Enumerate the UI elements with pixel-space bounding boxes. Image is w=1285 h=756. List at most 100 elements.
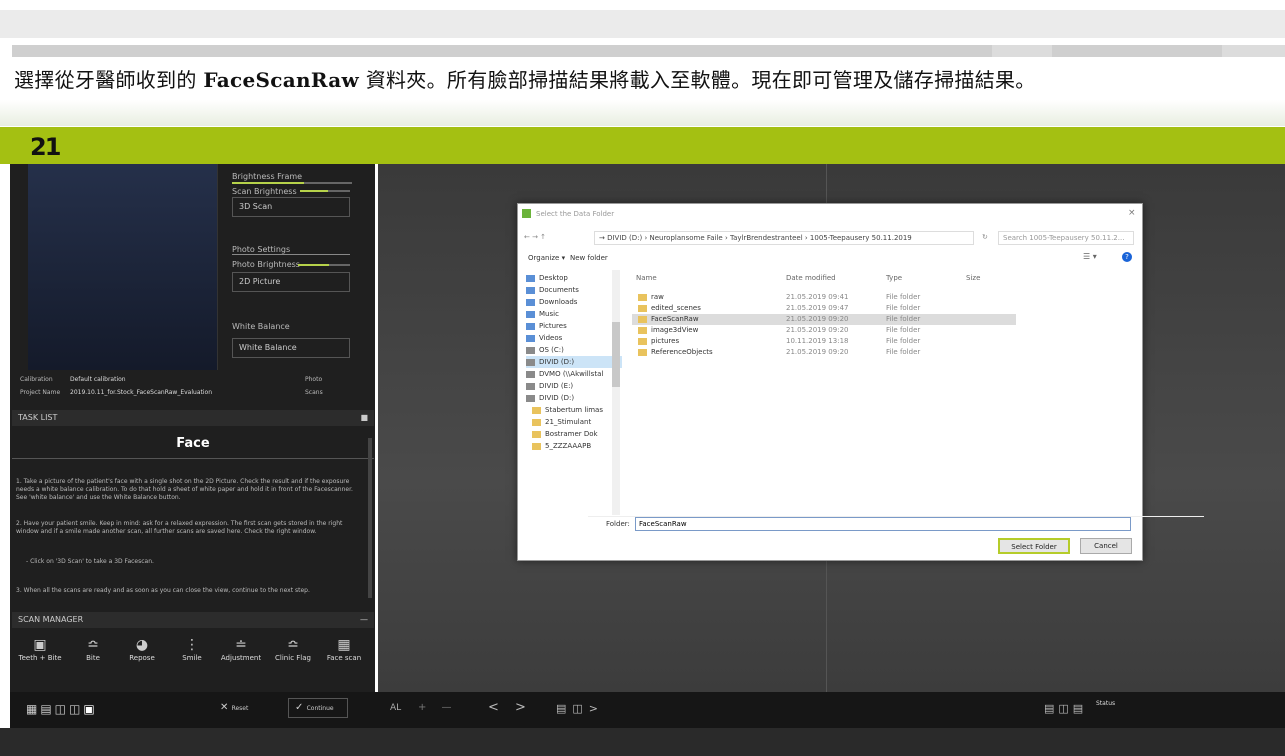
tree-item[interactable]: DIVID (D:)	[526, 392, 622, 404]
tree-item[interactable]: Stabertum limas	[526, 404, 622, 416]
file-type: File folder	[886, 293, 921, 301]
scan-repose-button[interactable]: ◕ Repose	[118, 636, 166, 662]
app-logo: 21	[30, 133, 61, 161]
col-name[interactable]: Name	[636, 274, 657, 282]
tree-item[interactable]: Pictures	[526, 320, 622, 332]
file-list: raw 21.05.2019 09:41 File folder edited_sce…	[632, 292, 1016, 358]
divider	[232, 254, 350, 255]
nav-back-icon[interactable]: ← → ↑	[524, 233, 546, 241]
select-folder-dialog: Select the Data Folder × ← → ↑ → DIVID (…	[517, 203, 1204, 561]
reset-icon: ✕	[220, 702, 229, 713]
collapse-icon[interactable]: —	[360, 615, 368, 624]
col-date[interactable]: Date modified	[786, 274, 836, 282]
new-folder-button[interactable]: New folder	[570, 254, 608, 262]
scan-teeth-bite-button[interactable]: ▣ Teeth + Bite	[16, 636, 64, 662]
status-label: Status	[1096, 700, 1116, 707]
tree-item[interactable]: Videos	[526, 332, 622, 344]
view-options-icon[interactable]: ☰ ▾	[1083, 252, 1097, 261]
2d-picture-button[interactable]: 2D Picture	[232, 272, 350, 292]
cancel-button[interactable]: Cancel	[1080, 538, 1132, 554]
scan-clinic-flag-button[interactable]: ≏ Clinic Flag	[270, 636, 316, 662]
file-row[interactable]: image3dView 21.05.2019 09:20 File folder	[632, 325, 1016, 336]
folder-icon	[526, 274, 535, 282]
task-scrollbar[interactable]	[368, 438, 372, 598]
file-row[interactable]: FaceScanRaw 21.05.2019 09:20 File folder	[632, 314, 1016, 325]
file-type: File folder	[886, 348, 921, 356]
dialog-titlebar: Select the Data Folder ×	[518, 204, 1142, 224]
all-label[interactable]: AL	[390, 703, 401, 713]
layout-view-icons[interactable]: ▦▤◫◫▣	[26, 702, 98, 716]
tree-item-label: DIVID (D:)	[539, 394, 575, 402]
bite-icon: ≏	[87, 637, 99, 653]
tree-item-label: Music	[539, 310, 559, 318]
folder-icon	[526, 310, 535, 318]
tree-item[interactable]: DIVID (D:)	[526, 356, 622, 368]
right-tool-icons[interactable]: ▤◫▤	[1044, 702, 1087, 715]
file-row[interactable]: edited_scenes 21.05.2019 09:47 File folder	[632, 303, 1016, 314]
white-balance-button[interactable]: White Balance	[232, 338, 350, 358]
scans-count-label: Scans	[305, 389, 323, 396]
tasklist-header: TASK LIST ■	[12, 410, 374, 426]
3d-scan-button[interactable]: 3D Scan	[232, 197, 350, 217]
col-size[interactable]: Size	[966, 274, 980, 282]
file-row[interactable]: pictures 10.11.2019 13:18 File folder	[632, 336, 1016, 347]
scan-icon-label: Clinic Flag	[275, 654, 311, 662]
tree-item[interactable]: 21_Stimulant	[526, 416, 622, 428]
file-row[interactable]: raw 21.05.2019 09:41 File folder	[632, 292, 1016, 303]
tree-item[interactable]: Desktop	[526, 272, 622, 284]
scan-brightness-slider[interactable]	[300, 190, 350, 192]
tree-item-label: DIVID (E:)	[539, 382, 574, 390]
folder-icon	[638, 326, 647, 334]
col-type[interactable]: Type	[886, 274, 902, 282]
scan-icon-label: Adjustment	[220, 654, 262, 662]
tree-item-label: Desktop	[539, 274, 568, 282]
folder-icon	[638, 337, 647, 345]
close-icon[interactable]: ×	[1128, 208, 1136, 218]
search-input[interactable]: Search 1005-Teepausery 50.11.2...	[998, 231, 1134, 245]
tree-item[interactable]: Downloads	[526, 296, 622, 308]
tree-item[interactable]: 5_ZZZAAAPB	[526, 440, 622, 452]
tree-scrollbar[interactable]	[612, 270, 620, 515]
check-icon: ✓	[295, 702, 304, 713]
file-list-header: Name Date modified Type Size	[636, 274, 1016, 286]
file-name: edited_scenes	[651, 304, 701, 312]
fade-band	[0, 100, 1285, 126]
scan-bite-button[interactable]: ≏ Bite	[72, 636, 114, 662]
camera-preview	[28, 164, 218, 370]
help-icon[interactable]: ?	[1122, 252, 1132, 262]
tree-item[interactable]: Bostramer Dok	[526, 428, 622, 440]
organize-menu[interactable]: Organize ▾	[528, 254, 565, 262]
tree-item[interactable]: Documents	[526, 284, 622, 296]
scan-adjustment-button[interactable]: ≐ Adjustment	[216, 636, 266, 662]
scan-face-button[interactable]: ▦ Face scan	[320, 636, 368, 662]
address-bar[interactable]: → DIVID (D:) › Neuroplansome Faile › Tay…	[594, 231, 974, 245]
tool-icons[interactable]: ▤◫>	[556, 702, 604, 715]
prev-next-arrows[interactable]: < >	[488, 700, 532, 715]
tasklist-pin-icon[interactable]: ■	[360, 413, 368, 422]
file-date: 10.11.2019 13:18	[786, 337, 849, 345]
refresh-icon[interactable]: ↻	[982, 233, 988, 241]
photo-brightness-slider[interactable]	[298, 264, 350, 266]
tree-item[interactable]: DIVID (E:)	[526, 380, 622, 392]
folder-label: Folder:	[606, 520, 630, 528]
adjustment-icon: ≐	[235, 637, 247, 653]
scan-icon-label: Teeth + Bite	[18, 654, 62, 662]
calibration-value: Default calibration	[70, 376, 126, 383]
reset-button[interactable]: ✕ Reset	[220, 702, 248, 713]
app-header	[0, 127, 1285, 164]
tree-item[interactable]: Music	[526, 308, 622, 320]
caption-post: 資料夾。所有臉部掃描結果將載入至軟體。現在即可管理及儲存掃描結果。	[365, 68, 1036, 92]
zoom-icons[interactable]: + —	[418, 702, 458, 713]
tree-item[interactable]: DVMO (\\Akwillstal	[526, 368, 622, 380]
folder-tree: Desktop Documents Downloads Music Pictures Vi…	[526, 272, 622, 512]
continue-button[interactable]: ✓ Continue	[288, 698, 348, 718]
select-folder-button[interactable]: Select Folder	[998, 538, 1070, 554]
folder-icon	[532, 418, 541, 426]
folder-input[interactable]: FaceScanRaw	[635, 517, 1131, 531]
smile-icon: ⋮	[185, 637, 199, 653]
folder-icon	[532, 430, 541, 438]
exposure-slider[interactable]	[232, 182, 352, 184]
file-row[interactable]: ReferenceObjects 21.05.2019 09:20 File fol…	[632, 347, 1016, 358]
tree-item[interactable]: OS (C:)	[526, 344, 622, 356]
scan-smile-button[interactable]: ⋮ Smile	[172, 636, 212, 662]
